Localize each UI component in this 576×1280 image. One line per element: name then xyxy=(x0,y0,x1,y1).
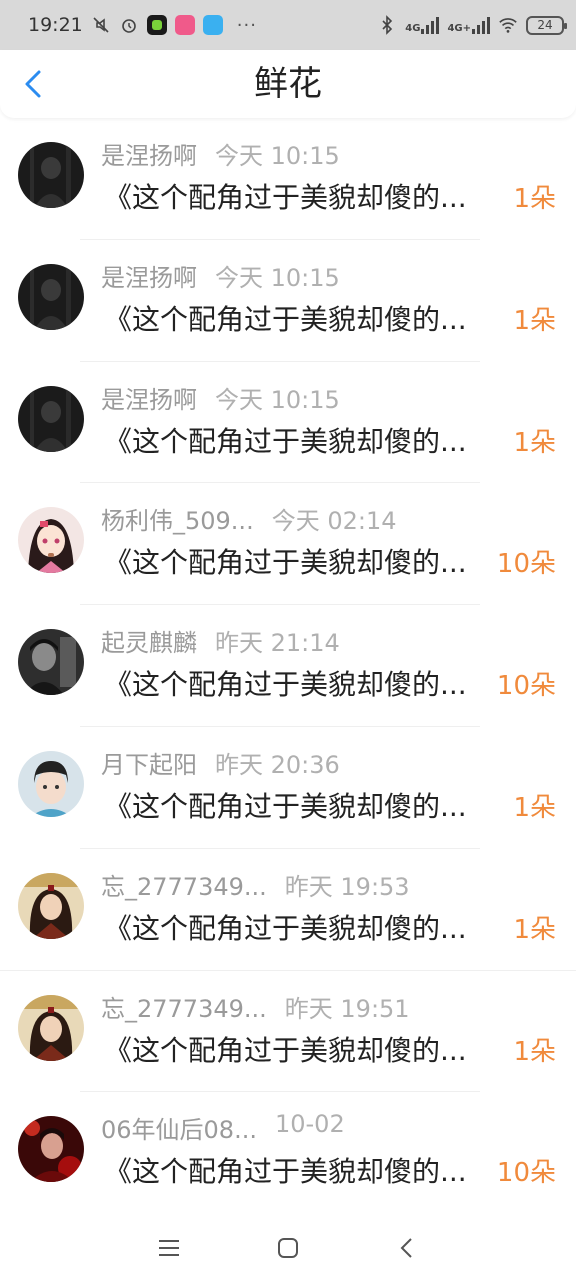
book-title: 《这个配角过于美貌却傻的... xyxy=(104,911,467,945)
app-header: 鲜花 xyxy=(0,50,576,118)
signal-2-icon: 4G+ xyxy=(447,16,490,34)
flower-count: 1朵 xyxy=(513,184,556,214)
book-title: 《这个配角过于美貌却傻的... xyxy=(104,789,467,823)
home-icon xyxy=(277,1238,298,1258)
sender-name: 忘_2777349... xyxy=(101,872,267,901)
alarm-icon xyxy=(119,15,139,35)
flower-count: 10朵 xyxy=(496,671,556,702)
sender-name: 月下起阳 xyxy=(101,750,197,779)
flower-gift-list: 是涅扬啊 今天 10:15 《这个配角过于美貌却傻的... 1朵 是涅扬啊 今天 10:1… xyxy=(0,118,576,1214)
book-title: 《这个配角过于美貌却傻的... xyxy=(104,1033,467,1067)
flower-count: 10朵 xyxy=(496,1158,556,1189)
avatar-dark-figure[interactable] xyxy=(18,385,84,452)
list-item[interactable]: 忘_2777349... 昨天 19:51 《这个配角过于美貌却傻的... 1朵 xyxy=(0,971,576,1093)
app-notification-icon xyxy=(202,15,223,35)
book-title: 《这个配角过于美貌却傻的... xyxy=(104,546,467,580)
battery-icon: 24 xyxy=(526,15,567,35)
signal-1-icon: 4G xyxy=(405,16,440,34)
list-item[interactable]: 杨利伟_509... 今天 02:14 《这个配角过于美貌却傻的... 10朵 xyxy=(0,483,576,606)
avatar-ancient-character[interactable] xyxy=(18,872,84,939)
avatar-dark-figure[interactable] xyxy=(18,263,84,330)
list-item[interactable]: 起灵麒麟 昨天 21:14 《这个配角过于美貌却傻的... 10朵 xyxy=(0,605,576,727)
mute-icon xyxy=(91,15,111,35)
book-title: 《这个配角过于美貌却傻的... xyxy=(104,302,467,336)
list-item[interactable]: 06年仙后08... 10-02 《这个配角过于美貌却傻的... 10朵 xyxy=(0,1092,576,1214)
page-title: 鲜花 xyxy=(254,64,322,104)
network-type-1: 4G xyxy=(405,23,421,34)
list-item[interactable]: 是涅扬啊 今天 10:15 《这个配角过于美貌却傻的... 1朵 xyxy=(0,118,576,240)
flower-count: 1朵 xyxy=(513,427,556,458)
home-button[interactable] xyxy=(268,1228,308,1268)
status-right-icons: 4G 4G+ 24 xyxy=(377,15,567,35)
status-bar: 19:21 ··· 4G 4G+ 24 xyxy=(0,0,576,50)
flower-count: 1朵 xyxy=(513,914,556,945)
avatar-red-stage[interactable] xyxy=(18,1116,84,1183)
sent-time: 今天 10:15 xyxy=(215,263,340,292)
flower-count: 1朵 xyxy=(513,1036,556,1067)
system-nav-bar xyxy=(0,1216,576,1280)
sent-time: 今天 10:15 xyxy=(215,142,340,170)
sender-name: 杨利伟_509... xyxy=(101,507,254,536)
list-item[interactable]: 忘_2777349... 昨天 19:53 《这个配角过于美貌却傻的... 1朵 xyxy=(0,849,576,971)
avatar-ancient-character[interactable] xyxy=(18,994,84,1061)
network-type-2: 4G+ xyxy=(447,23,471,34)
book-title: 《这个配角过于美貌却傻的... xyxy=(104,181,467,214)
list-item[interactable]: 月下起阳 昨天 20:36 《这个配角过于美貌却傻的... 1朵 xyxy=(0,727,576,849)
sender-name: 是涅扬啊 xyxy=(101,263,197,292)
list-item[interactable]: 是涅扬啊 今天 10:15 《这个配角过于美貌却傻的... 1朵 xyxy=(0,240,576,362)
sent-time: 今天 02:14 xyxy=(271,507,397,536)
avatar-dark-figure[interactable] xyxy=(18,142,84,208)
bluetooth-icon xyxy=(377,15,397,35)
flower-count: 10朵 xyxy=(496,549,556,580)
sender-name: 06年仙后08... xyxy=(101,1116,257,1145)
book-title: 《这个配角过于美貌却傻的... xyxy=(104,424,467,458)
menu-icon xyxy=(159,1240,180,1256)
status-time: 19:21 xyxy=(28,14,83,36)
status-left-icons: ··· xyxy=(91,15,257,36)
app-notification-icon xyxy=(174,15,195,35)
more-notifications-icon: ··· xyxy=(236,14,257,36)
sender-name: 忘_2777349... xyxy=(101,994,267,1023)
sender-name: 是涅扬啊 xyxy=(101,142,197,170)
avatar-boy-portrait[interactable] xyxy=(18,750,84,817)
wifi-icon xyxy=(498,15,518,35)
sent-time: 10-02 xyxy=(274,1110,345,1139)
sender-name: 是涅扬啊 xyxy=(101,385,197,414)
app-notification-icon xyxy=(146,15,167,35)
flower-count: 1朵 xyxy=(513,792,556,823)
avatar-anime-girl[interactable] xyxy=(18,507,84,574)
book-title: 《这个配角过于美貌却傻的... xyxy=(104,668,467,702)
list-item[interactable]: 是涅扬啊 今天 10:15 《这个配角过于美貌却傻的... 1朵 xyxy=(0,362,576,484)
back-nav-button[interactable] xyxy=(387,1228,427,1268)
chevron-left-icon xyxy=(25,70,41,98)
sent-time: 昨天 19:51 xyxy=(284,994,410,1023)
back-button[interactable] xyxy=(14,64,54,104)
sent-time: 昨天 21:14 xyxy=(215,629,340,658)
sent-time: 今天 10:15 xyxy=(215,385,340,414)
sender-name: 起灵麒麟 xyxy=(101,629,197,658)
battery-level: 24 xyxy=(537,18,553,32)
sent-time: 昨天 20:36 xyxy=(215,750,340,779)
menu-button[interactable] xyxy=(149,1228,189,1268)
sent-time: 昨天 19:53 xyxy=(284,872,410,901)
back-icon xyxy=(400,1238,412,1258)
book-title: 《这个配角过于美貌却傻的... xyxy=(104,1155,467,1189)
flower-count: 1朵 xyxy=(513,305,556,336)
avatar-dark-portrait[interactable] xyxy=(18,629,84,696)
